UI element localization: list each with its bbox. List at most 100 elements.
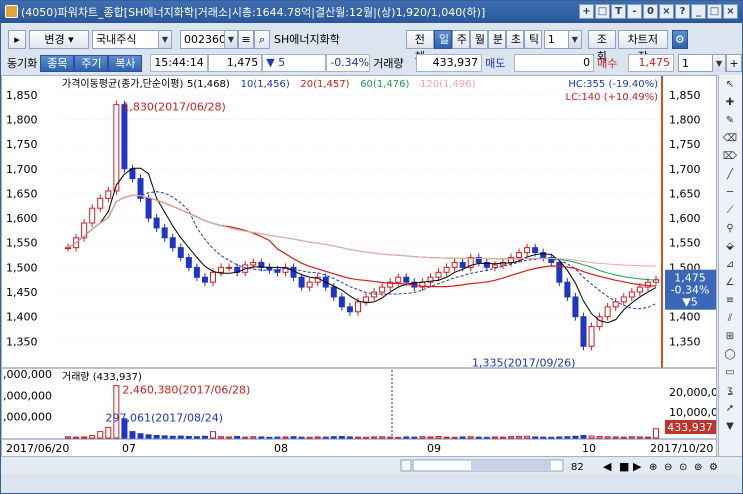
tab-all[interactable]: 전체 <box>405 29 434 63</box>
tab-day[interactable]: 일 <box>433 29 452 49</box>
hline-icon[interactable]: ─ <box>720 185 740 201</box>
rect-icon[interactable]: ▭ <box>720 365 740 381</box>
change-select[interactable]: 변경 ▾ <box>29 29 89 49</box>
plus-icon[interactable]: + <box>726 54 742 72</box>
stop-icon[interactable]: ■ <box>619 460 629 473</box>
volume-bar <box>363 436 370 439</box>
scroll-thumb[interactable] <box>471 461 551 470</box>
spin-box[interactable]: 1 ▼ <box>678 54 727 72</box>
paint-icon[interactable]: ⬙ <box>720 239 740 255</box>
arrow-icon[interactable]: ➚ <box>720 401 740 417</box>
volume-bar <box>459 436 466 439</box>
fib-icon[interactable]: ≡ <box>720 293 740 309</box>
circle-icon[interactable]: ◯ <box>720 347 740 363</box>
sync-label: 동기화 <box>7 57 38 70</box>
code-input[interactable]: 002360 ▼ <box>180 29 238 49</box>
volume-bar <box>129 431 136 439</box>
toggle-icon[interactable]: ▸ <box>8 29 26 49</box>
volume-bar <box>628 436 635 439</box>
next-icon[interactable]: ▶ <box>633 460 642 473</box>
magnet-icon[interactable]: ⚲ <box>720 221 740 237</box>
scroll-left-icon[interactable] <box>400 459 412 472</box>
tab-minute[interactable]: 분 <box>487 29 506 49</box>
chevron-down-icon: ▼ <box>712 55 726 72</box>
volume-bar <box>185 436 192 439</box>
item-button[interactable]: 종목 <box>40 54 75 72</box>
minimize-button[interactable]: _ <box>691 4 706 19</box>
title-buttons: + □ T - 0 × ? _ □ × <box>579 4 738 19</box>
zoom-reset-icon[interactable]: ⊙ <box>679 462 687 473</box>
chevron-down-icon: ▼ <box>224 30 237 48</box>
chart-area[interactable]: 1,850 1,850 1,800 1,800 1,750 1,750 1,700 1,700… <box>0 75 725 458</box>
copy-button[interactable]: 복사 <box>108 54 143 72</box>
candle-body <box>620 296 627 303</box>
minus-button[interactable]: - <box>627 4 642 19</box>
gear-icon[interactable]: ⚙ <box>671 29 688 49</box>
line-icon[interactable]: ╱ <box>720 167 740 183</box>
volume-bar <box>483 436 490 439</box>
price-pane: 1,850 1,850 1,800 1,800 1,750 1,750 1,700 1,700… <box>2 76 716 457</box>
count-select[interactable]: 1 ▼ <box>543 29 582 49</box>
help-button[interactable]: ? <box>675 4 690 19</box>
candle-body <box>628 291 635 298</box>
settings-icon[interactable]: ⚙ <box>709 462 718 473</box>
candle-body <box>121 104 128 170</box>
query-button[interactable]: 조회 <box>587 29 616 63</box>
cursor-icon[interactable]: ↖ <box>720 77 740 93</box>
y-tick-right: 1,650 <box>669 187 701 200</box>
volume-bar <box>427 436 434 439</box>
volume-bar <box>258 436 265 439</box>
legend-entry: 120(1,496) <box>420 79 476 90</box>
close-button[interactable]: × <box>723 4 738 19</box>
cross-icon[interactable]: ✚ <box>720 95 740 111</box>
candle-body <box>65 247 72 250</box>
pencil-icon[interactable]: ✎ <box>720 113 740 129</box>
save-chart-button[interactable]: 차트저장 <box>617 29 668 63</box>
volume-bar <box>137 433 144 439</box>
list-icon[interactable]: ≡ <box>238 29 254 49</box>
candle-body <box>193 266 200 278</box>
tab-month[interactable]: 월 <box>469 29 488 49</box>
layout-button[interactable]: □ <box>595 4 610 19</box>
down-icon[interactable]: ▼ <box>720 419 740 435</box>
add-button[interactable]: + <box>579 4 594 19</box>
volume-bar <box>250 436 257 439</box>
time-value: 15:44:14 <box>150 54 209 72</box>
candle-body <box>612 301 619 308</box>
tab-second[interactable]: 초 <box>505 29 524 49</box>
y-tick-left: 1,500 <box>6 261 38 274</box>
trend-icon[interactable]: ⟋ <box>720 203 740 219</box>
grid-icon[interactable]: ⊞ <box>720 329 740 345</box>
zigzag-icon[interactable]: ʓ <box>720 383 740 399</box>
maximize-button[interactable]: □ <box>707 4 722 19</box>
search-icon[interactable]: ⌕ <box>254 29 270 49</box>
candle-body <box>346 306 353 313</box>
candle-body <box>443 266 450 273</box>
vol-tick-right: 10,000,00 <box>669 406 716 419</box>
candle-body <box>564 281 571 298</box>
tab-tick[interactable]: 틱 <box>523 29 542 49</box>
change-amount: 5 <box>278 56 286 69</box>
spin-value: 1 <box>682 57 690 70</box>
chart-svg[interactable]: 1,850 1,850 1,800 1,800 1,750 1,750 1,700 1,700… <box>0 76 725 457</box>
eraser-icon[interactable]: ⌦ <box>720 149 740 165</box>
tab-week[interactable]: 주 <box>451 29 470 49</box>
ruler-icon[interactable]: ⊿ <box>720 257 740 273</box>
zoom-out-icon[interactable]: ⊖ <box>664 462 672 473</box>
erase-all-icon[interactable]: ⌫ <box>720 131 740 147</box>
app-icon <box>5 5 18 18</box>
zoom-in-icon[interactable]: ⊕ <box>649 462 657 473</box>
channel-icon[interactable]: ⫽ <box>720 311 740 327</box>
cycle-button[interactable]: 주기 <box>74 54 109 72</box>
candle-body <box>354 301 361 313</box>
market-select[interactable]: 국내주식 ▼ <box>92 29 172 49</box>
zoom-fit-icon[interactable]: ⊚ <box>694 462 702 473</box>
close-x-button[interactable]: × <box>659 4 674 19</box>
x-tick: 08 <box>274 442 288 455</box>
prev-icon[interactable]: ◀ <box>603 460 612 473</box>
rate-value: -0.34% <box>326 54 371 72</box>
zero-button[interactable]: 0 <box>643 4 658 19</box>
angle-icon[interactable]: ∠ <box>720 275 740 291</box>
chevron-down-icon: ▼ <box>158 30 171 48</box>
text-button[interactable]: T <box>611 4 626 19</box>
